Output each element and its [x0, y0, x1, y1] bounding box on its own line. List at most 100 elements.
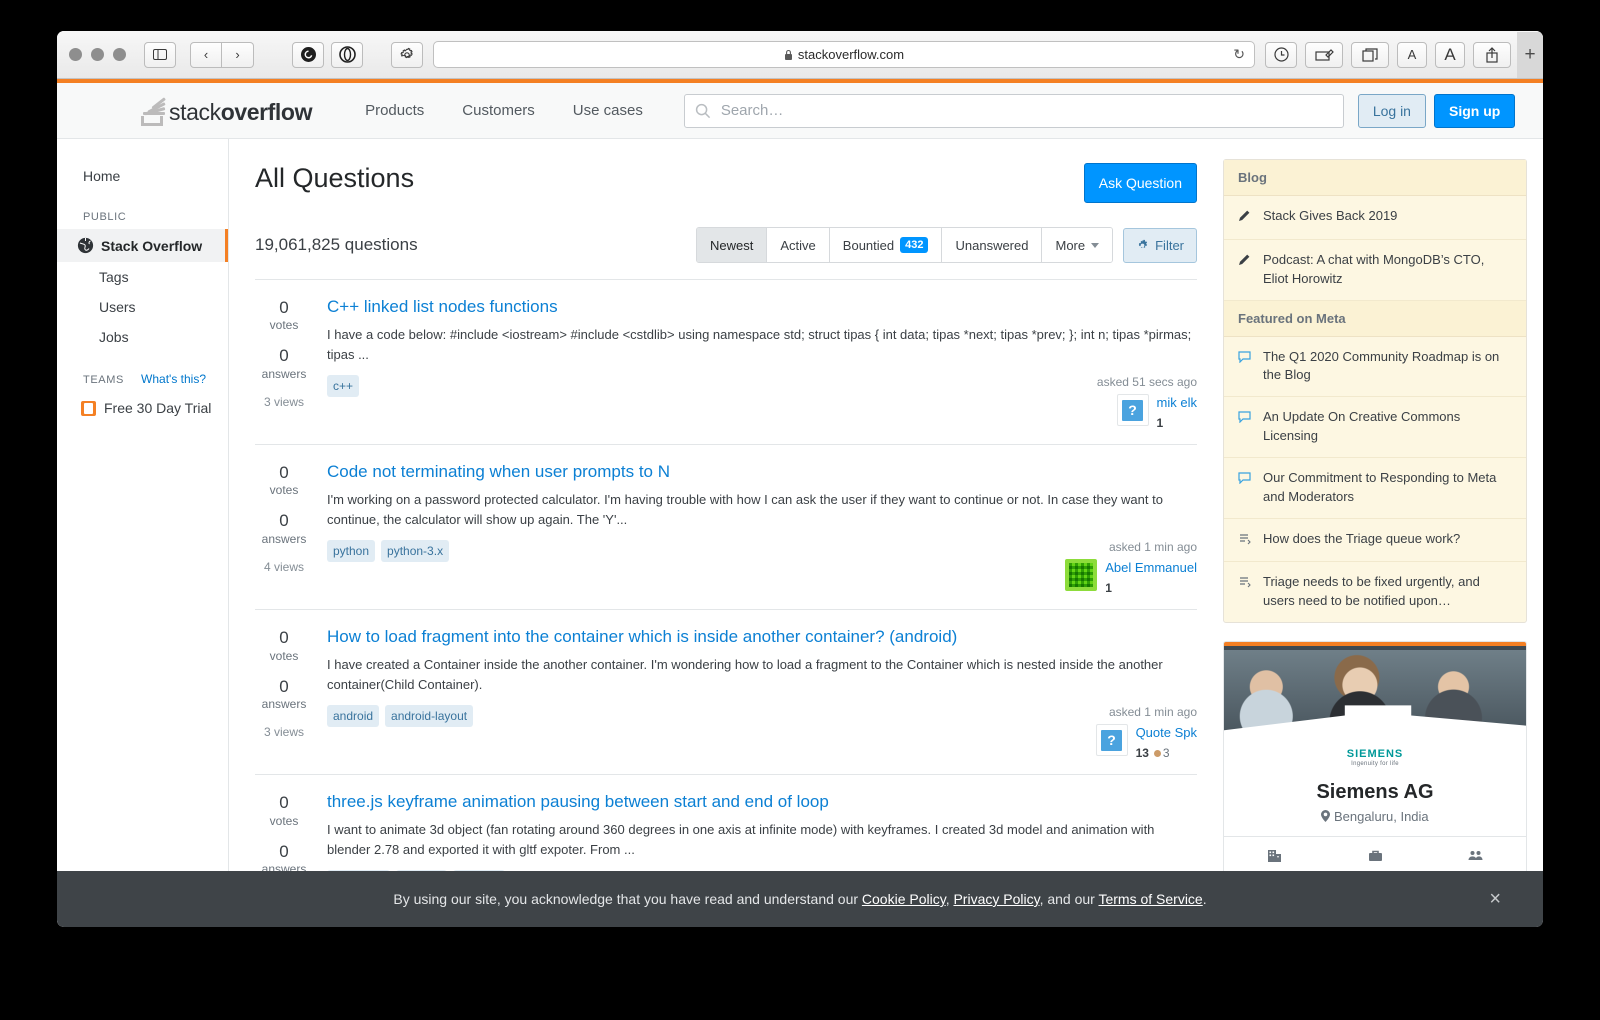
ask-question-button[interactable]: Ask Question: [1084, 163, 1197, 203]
votes-label: votes: [255, 318, 313, 332]
sidebar-item-home[interactable]: Home: [57, 161, 228, 191]
login-button[interactable]: Log in: [1358, 94, 1426, 128]
reputation-value: 1: [1157, 416, 1164, 430]
job-ad-card[interactable]: SIEMENS Ingenuity for life Siemens AG Be…: [1223, 641, 1527, 900]
tag[interactable]: android: [327, 705, 379, 727]
nav-buttons[interactable]: ‹ ›: [190, 42, 254, 68]
sidebar-item-jobs[interactable]: Jobs: [57, 322, 228, 352]
sidebar-toggle-icon[interactable]: [144, 42, 176, 68]
share-icon[interactable]: [1473, 42, 1511, 68]
font-larger-button[interactable]: A: [1435, 42, 1465, 68]
answers-label: answers: [255, 367, 313, 381]
logo-text-light: stack: [169, 99, 221, 125]
question-title-link[interactable]: Code not terminating when user prompts t…: [327, 462, 670, 481]
blog-item[interactable]: Stack Gives Back 2019: [1224, 196, 1526, 240]
new-tab-button[interactable]: +: [1517, 32, 1543, 78]
sidebar-item-stack-overflow[interactable]: Stack Overflow: [57, 229, 228, 262]
avatar[interactable]: ?: [1096, 724, 1128, 756]
onepassword-icon[interactable]: [331, 42, 363, 68]
answer-count: 0: [255, 346, 313, 366]
sidebar-public-label: PUBLIC: [83, 211, 126, 223]
avatar[interactable]: [1065, 559, 1097, 591]
filter-button[interactable]: Filter: [1123, 228, 1197, 263]
user-name-link[interactable]: mik elk: [1157, 395, 1197, 410]
question-title-link[interactable]: How to load fragment into the container …: [327, 627, 957, 646]
markup-icon[interactable]: [1305, 42, 1343, 68]
question-title-link[interactable]: three.js keyframe animation pausing betw…: [327, 792, 829, 811]
tag[interactable]: android-layout: [385, 705, 473, 727]
terms-of-service-link[interactable]: Terms of Service: [1098, 891, 1202, 907]
close-icon[interactable]: ×: [1489, 888, 1501, 911]
community-bulletin-card: Blog Stack Gives Back 2019 Podcast: A ch…: [1223, 159, 1527, 623]
briefcase-icon: [1325, 847, 1426, 867]
cookie-text-before: By using our site, you acknowledge that …: [393, 891, 862, 907]
tab-active[interactable]: Active: [767, 228, 829, 262]
minimize-window-button[interactable]: [91, 48, 104, 61]
close-window-button[interactable]: [69, 48, 82, 61]
back-button[interactable]: ‹: [190, 42, 222, 68]
meta-item-text: Triage needs to be fixed urgently, and u…: [1263, 573, 1512, 611]
logo-text-bold: overflow: [221, 99, 312, 125]
question-row[interactable]: 0 votes 0 answers 3 views How to load fr…: [255, 609, 1197, 774]
ad-body: SIEMENS Ingenuity for life Siemens AG Be…: [1224, 742, 1526, 836]
maximize-window-button[interactable]: [113, 48, 126, 61]
tab-newest[interactable]: Newest: [697, 228, 767, 262]
sidebar-item-tags[interactable]: Tags: [57, 262, 228, 292]
nav-products[interactable]: Products: [346, 83, 443, 139]
sidebar-item-users[interactable]: Users: [57, 292, 228, 322]
meta-item[interactable]: How does the Triage queue work?: [1224, 519, 1526, 563]
cookie-policy-link[interactable]: Cookie Policy: [862, 891, 946, 907]
nav-use-cases[interactable]: Use cases: [554, 83, 662, 139]
privacy-policy-link[interactable]: Privacy Policy: [953, 891, 1039, 907]
search-input[interactable]: [684, 94, 1344, 128]
tab-more[interactable]: More: [1042, 228, 1112, 262]
tab-bountied[interactable]: Bountied 432: [830, 228, 943, 262]
meta-item[interactable]: Triage needs to be fixed urgently, and u…: [1224, 562, 1526, 622]
meta-item[interactable]: The Q1 2020 Community Roadmap is on the …: [1224, 337, 1526, 398]
sidebar-public-header: PUBLIC: [57, 191, 228, 229]
meta-item[interactable]: An Update On Creative Commons Licensing: [1224, 397, 1526, 458]
signup-button[interactable]: Sign up: [1434, 94, 1515, 128]
sidebar-item-free-trial[interactable]: Free 30 Day Trial: [57, 392, 228, 424]
ad-company-location: Bengaluru, India: [1236, 809, 1514, 824]
ad-company-name: Siemens AG: [1236, 781, 1514, 804]
user-info: Abel Emmanuel 1: [1105, 559, 1197, 595]
reload-icon[interactable]: ↻: [1233, 46, 1245, 63]
avatar[interactable]: ?: [1117, 394, 1149, 426]
tab-label: Active: [780, 238, 815, 253]
font-smaller-button[interactable]: A: [1397, 42, 1427, 68]
view-count: 3 views: [255, 395, 313, 409]
tag[interactable]: c++: [327, 375, 359, 397]
question-row[interactable]: 0 votes 0 answers 4 views Code not termi…: [255, 444, 1197, 609]
forward-button[interactable]: ›: [222, 42, 254, 68]
blog-item[interactable]: Podcast: A chat with MongoDB’s CTO, Elio…: [1224, 240, 1526, 301]
question-title-link[interactable]: C++ linked list nodes functions: [327, 297, 558, 316]
stackoverflow-logo[interactable]: stackoverflow: [139, 96, 312, 126]
comment-icon: [1238, 408, 1253, 446]
user-reputation: 1: [1105, 581, 1197, 595]
user-name-link[interactable]: Abel Emmanuel: [1105, 560, 1197, 575]
pencil-icon: [1238, 207, 1253, 228]
address-bar[interactable]: stackoverflow.com ↻: [433, 41, 1255, 68]
ad-brand-logo: SIEMENS: [1236, 748, 1514, 760]
bronze-badge-count: 3: [1163, 746, 1170, 760]
clock-icon[interactable]: [1265, 42, 1297, 68]
gear-icon[interactable]: [391, 42, 423, 68]
tab-unanswered[interactable]: Unanswered: [942, 228, 1042, 262]
meta-item-text: An Update On Creative Commons Licensing: [1263, 408, 1512, 446]
question-row[interactable]: 0 votes 0 answers 3 views C++ linked lis…: [255, 279, 1197, 444]
meta-item[interactable]: Our Commitment to Responding to Meta and…: [1224, 458, 1526, 519]
chevron-down-icon: [1091, 243, 1099, 248]
window-controls[interactable]: [69, 48, 126, 61]
teams-whats-this-link[interactable]: What's this?: [141, 372, 206, 386]
tab-label: Newest: [710, 238, 753, 253]
tag[interactable]: python: [327, 540, 375, 562]
tag[interactable]: python-3.x: [381, 540, 449, 562]
user-card: asked 1 min ago ? Quote Spk 133: [1027, 705, 1197, 760]
grammarly-icon[interactable]: [292, 42, 324, 68]
vote-count: 0: [255, 628, 313, 648]
tab-label: More: [1055, 238, 1085, 253]
tab-overview-icon[interactable]: [1351, 42, 1389, 68]
user-name-link[interactable]: Quote Spk: [1136, 725, 1197, 740]
nav-customers[interactable]: Customers: [443, 83, 554, 139]
